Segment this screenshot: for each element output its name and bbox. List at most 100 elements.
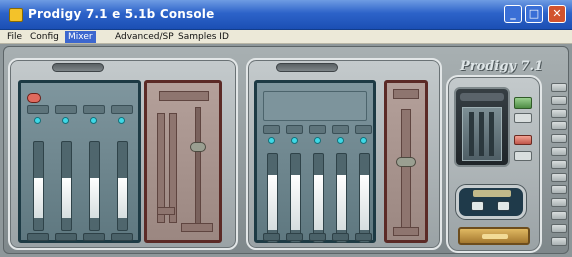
monitor-alert-button[interactable] (514, 135, 532, 145)
input-channel-led[interactable] (290, 137, 298, 144)
monitor-module-label (460, 93, 504, 101)
monitor-option-button-2[interactable] (514, 151, 532, 161)
mixer-panel: Prodigy 7.1 (3, 46, 569, 254)
input-channel-strip (332, 83, 355, 243)
side-button[interactable] (551, 172, 567, 182)
input-channel-label (309, 125, 326, 134)
monitor-fader-1[interactable] (469, 112, 474, 156)
input-channel-fader-fill (313, 175, 323, 230)
input-channel-strip (263, 83, 286, 243)
input-channel-footer-button[interactable] (286, 233, 303, 241)
input-channel-label (263, 125, 280, 134)
output-channel-led[interactable] (118, 117, 125, 124)
side-button[interactable] (551, 134, 567, 144)
side-button[interactable] (551, 211, 567, 220)
output-group-tab (52, 63, 104, 72)
menu-file[interactable]: File (4, 31, 25, 43)
output-channel-footer-button[interactable] (83, 233, 105, 241)
output-channel-label (111, 105, 133, 114)
input-channel-label (332, 125, 349, 134)
input-channel-led[interactable] (313, 137, 321, 144)
side-button-column (550, 83, 568, 251)
input-group-tab (276, 63, 338, 72)
switch-toggle-left[interactable] (471, 201, 484, 211)
menu-samples[interactable]: Samples ID (175, 31, 232, 43)
input-channel-fader-track[interactable] (358, 153, 370, 243)
output-channel-fader-fill (34, 178, 43, 218)
side-button[interactable] (551, 147, 567, 156)
input-channel-label (355, 125, 372, 134)
input-channel-footer-button[interactable] (332, 233, 349, 241)
input-channel-footer-button[interactable] (355, 233, 372, 241)
side-button[interactable] (551, 159, 567, 169)
menu-mixer[interactable]: Mixer (65, 31, 96, 43)
output-channel-footer-button[interactable] (111, 233, 133, 241)
maximize-icon: □ (528, 7, 540, 20)
input-channel-fader-track[interactable] (312, 153, 324, 243)
output-channel-led[interactable] (90, 117, 97, 124)
input-channel-fader-fill (290, 175, 300, 230)
master-out-fader-track[interactable] (195, 107, 201, 225)
input-channel-fader-track[interactable] (289, 153, 301, 243)
output-channel-led[interactable] (34, 117, 41, 124)
menu-bar: File Config Mixer Advanced/SP Samples ID (0, 30, 572, 44)
master-in-fader-knob[interactable] (396, 157, 416, 167)
side-button[interactable] (551, 83, 567, 92)
input-channel-fader-fill (336, 175, 346, 230)
output-channel-footer-button[interactable] (55, 233, 77, 241)
monitor-enable-button[interactable] (514, 97, 532, 109)
output-channel-strip (111, 83, 139, 241)
side-button[interactable] (551, 108, 567, 118)
output-channel-led[interactable] (62, 117, 69, 124)
master-in-mute-button[interactable] (393, 227, 419, 236)
gold-display-label (482, 234, 508, 239)
gold-display (458, 227, 530, 245)
input-channel-fader-fill (267, 175, 277, 230)
monitor-fader-3[interactable] (489, 112, 494, 156)
master-in-panel (384, 80, 428, 243)
input-channel-strip (355, 83, 378, 243)
side-button[interactable] (551, 121, 567, 131)
side-button[interactable] (551, 236, 567, 246)
master-out-link-button[interactable] (157, 207, 175, 215)
output-channel-fader-fill (118, 178, 127, 218)
input-channel-led[interactable] (336, 137, 344, 144)
switch-module-label (473, 190, 511, 197)
output-channel-fader-track[interactable] (89, 141, 100, 231)
title-bar: Prodigy 7.1 e 5.1b Console _ □ ✕ (0, 0, 572, 30)
output-channel-fader-track[interactable] (117, 141, 128, 231)
maximize-button[interactable]: □ (525, 5, 543, 23)
master-in-fader-track[interactable] (401, 109, 411, 229)
input-channel-footer-button[interactable] (263, 233, 280, 241)
side-button[interactable] (551, 95, 567, 105)
monitor-module (454, 87, 510, 167)
monitor-fader-2[interactable] (479, 112, 484, 156)
brand-logo: Prodigy 7.1 (460, 59, 544, 74)
input-channels-panel (254, 80, 376, 243)
input-channel-fader-track[interactable] (266, 153, 278, 243)
master-out-mute-button[interactable] (181, 223, 213, 232)
minimize-button[interactable]: _ (504, 5, 522, 23)
input-channel-fader-track[interactable] (335, 153, 347, 243)
side-button[interactable] (551, 198, 567, 208)
monitor-option-button-1[interactable] (514, 113, 532, 123)
side-button[interactable] (551, 223, 567, 233)
output-channel-fader-track[interactable] (33, 141, 44, 231)
close-button[interactable]: ✕ (548, 5, 566, 23)
master-out-fader-knob[interactable] (190, 142, 206, 152)
output-channel-label (83, 105, 105, 114)
input-channel-footer-button[interactable] (309, 233, 326, 241)
input-channel-strip (309, 83, 332, 243)
close-icon: ✕ (552, 7, 562, 20)
side-button[interactable] (551, 185, 567, 195)
output-channel-fader-track[interactable] (61, 141, 72, 231)
input-channel-led[interactable] (359, 137, 367, 144)
output-group (8, 58, 238, 250)
menu-config[interactable]: Config (27, 31, 62, 43)
output-channel-fader-fill (62, 178, 71, 218)
output-channel-footer-button[interactable] (27, 233, 49, 241)
master-out-label (159, 91, 209, 101)
menu-advanced[interactable]: Advanced/SP (112, 31, 177, 43)
switch-toggle-right[interactable] (497, 201, 510, 211)
input-channel-led[interactable] (267, 137, 275, 144)
